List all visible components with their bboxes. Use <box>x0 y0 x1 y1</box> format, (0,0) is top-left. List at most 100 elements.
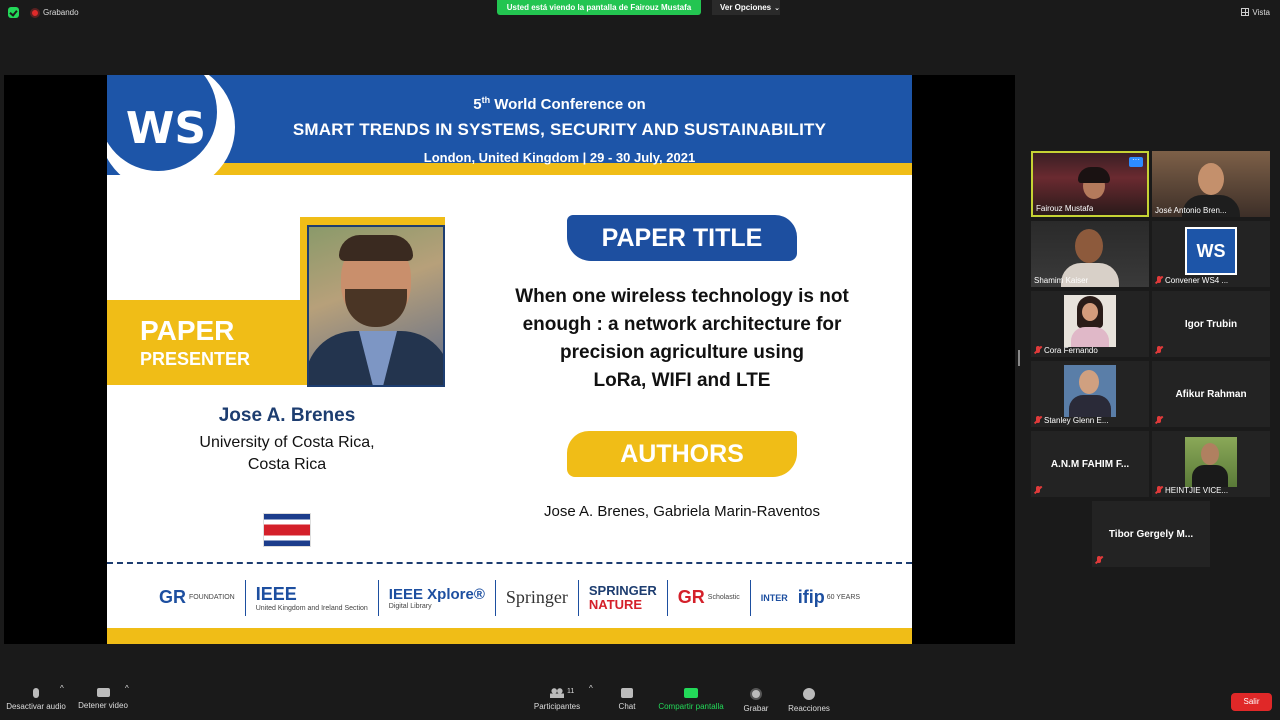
participant-tile[interactable]: Cora Fernando <box>1031 291 1149 357</box>
springer-text: Springer <box>505 587 568 607</box>
participant-face <box>1201 443 1219 465</box>
costa-rica-flag-icon <box>263 513 311 547</box>
ieee-sub: United Kingdom and Ireland Section <box>255 604 368 612</box>
participant-face-front <box>1082 303 1098 321</box>
sponsor-separator <box>377 579 379 616</box>
ieee-xplore-logo: IEEE Xplore® Digital Library <box>389 586 485 610</box>
participant-tile[interactable]: HEINTJIE VICE... <box>1152 431 1270 497</box>
participant-name: Fairouz Mustafa <box>1036 204 1094 213</box>
participant-name: HEINTJIE VICE... <box>1155 486 1228 495</box>
view-options-button[interactable]: Ver Opciones ⌄ <box>712 0 780 15</box>
muted-mic-icon <box>1155 346 1163 354</box>
video-options-caret[interactable]: ^ <box>125 684 129 693</box>
participant-tile[interactable]: ··· Fairouz Mustafa <box>1031 151 1149 217</box>
participant-name-center: Afikur Rahman <box>1175 388 1247 400</box>
participants-button[interactable]: 11 Participantes <box>530 684 584 711</box>
paper-title-line2: enough : a network architecture for <box>522 314 842 335</box>
participant-name: José Antonio Bren... <box>1155 206 1227 215</box>
muted-mic-icon <box>1095 556 1103 564</box>
paper-label: PAPER <box>140 315 235 346</box>
chat-button[interactable]: Chat <box>612 684 642 711</box>
stop-video-label: Detener video <box>78 701 128 710</box>
slide-bottom-stripe <box>107 628 912 644</box>
mute-audio-button[interactable]: Desactivar audio <box>6 684 66 711</box>
muted-mic-icon <box>1155 276 1163 284</box>
paper-title-line4: LoRa, WIFI and LTE <box>593 370 771 391</box>
muted-mic-icon <box>1034 416 1042 424</box>
sponsor-logos: GR FOUNDATION IEEE United Kingdom and Irel… <box>107 570 912 625</box>
participants-label: Participantes <box>533 702 581 711</box>
ieee-logo: IEEE United Kingdom and Ireland Section <box>256 584 368 612</box>
participant-tile[interactable]: Afikur Rahman <box>1152 361 1270 427</box>
gr-foundation-logo: GR FOUNDATION <box>159 587 235 608</box>
view-options-label: Ver Opciones <box>720 3 772 12</box>
participant-name: Stanley Glenn E... <box>1034 416 1108 425</box>
more-options-button[interactable]: ··· <box>1129 156 1143 167</box>
participant-mute-status <box>1155 346 1165 355</box>
share-screen-button[interactable]: Compartir pantalla <box>654 684 728 711</box>
smiley-icon <box>803 688 815 700</box>
presenter-affiliation: University of Costa Rica, Costa Rica <box>177 432 397 476</box>
participant-tile[interactable]: Shamim Kaiser <box>1031 221 1149 287</box>
participant-name-text: HEINTJIE VICE... <box>1165 486 1229 495</box>
gr-scholastic-text: GR <box>677 587 705 607</box>
photo-hair <box>339 235 413 261</box>
ieee-xplore-text: IEEE Xplore® <box>388 585 485 603</box>
participants-options-caret[interactable]: ^ <box>589 684 593 693</box>
resize-handle[interactable] <box>1018 350 1020 366</box>
muted-mic-icon <box>1155 416 1163 424</box>
record-button[interactable]: Grabar <box>740 684 772 713</box>
muted-mic-icon <box>1155 486 1163 494</box>
participant-mute-status <box>1155 416 1165 425</box>
participant-body <box>1069 395 1111 417</box>
participant-face <box>1079 370 1099 394</box>
gr-foundation-sub: FOUNDATION <box>188 594 235 601</box>
sponsor-separator <box>749 579 751 616</box>
audio-options-caret[interactable]: ^ <box>60 684 64 693</box>
share-screen-icon <box>684 688 698 698</box>
participant-name: Convener WS4 ... <box>1155 276 1228 285</box>
encryption-shield-icon[interactable] <box>8 7 19 18</box>
participant-face <box>1198 163 1224 195</box>
grid-view-icon <box>1241 8 1250 16</box>
reactions-button[interactable]: Reacciones <box>786 684 832 713</box>
chat-bubble-icon <box>621 688 633 698</box>
springer-logo: Springer <box>506 587 568 608</box>
record-label: Grabar <box>743 704 769 713</box>
mute-audio-label: Desactivar audio <box>6 702 66 711</box>
participant-tile[interactable]: Stanley Glenn E... <box>1031 361 1149 427</box>
participant-name-center: A.N.M FAHIM F... <box>1050 458 1130 470</box>
presentation-slide: WS 5th World Conference on SMART TRENDS … <box>107 75 912 644</box>
view-button[interactable]: Vista <box>1241 8 1270 17</box>
participant-name-center: Tibor Gergely M... <box>1108 528 1194 540</box>
top-bar: Grabando Usted está viendo la pantalla d… <box>0 0 1280 26</box>
participant-tile[interactable]: José Antonio Bren... <box>1152 151 1270 217</box>
video-camera-icon <box>96 688 110 697</box>
participant-name: Shamim Kaiser <box>1034 276 1089 285</box>
chat-label: Chat <box>618 702 636 711</box>
participant-tile[interactable]: Tibor Gergely M... <box>1092 501 1210 567</box>
participant-tile[interactable]: A.N.M FAHIM F... <box>1031 431 1149 497</box>
gr-scholastic-sub: Scholastic <box>707 594 740 601</box>
share-screen-label: Compartir pantalla <box>658 702 724 711</box>
recording-icon <box>30 8 40 18</box>
stop-video-button[interactable]: Detener video <box>76 684 130 710</box>
participant-hair <box>1078 167 1110 183</box>
record-icon <box>750 688 762 700</box>
gr-foundation-text: GR <box>158 587 186 607</box>
ifip-logo: ifip 60 YEARS <box>798 587 860 608</box>
participant-tile[interactable]: Igor Trubin <box>1152 291 1270 357</box>
conference-edition-number: 5 <box>473 96 482 113</box>
view-label: Vista <box>1252 8 1270 17</box>
leave-button[interactable]: Salir <box>1231 693 1272 711</box>
ifip-sub: 60 YEARS <box>826 594 861 601</box>
muted-mic-icon <box>1034 346 1042 354</box>
gr-scholastic-logo: GR Scholastic <box>678 587 740 608</box>
screen-share-banner: Usted está viendo la pantalla de Fairouz… <box>497 0 701 15</box>
participants-count: 11 <box>567 688 575 695</box>
springer-nature-line2: NATURE <box>588 596 643 612</box>
shared-screen[interactable]: WS 5th World Conference on SMART TRENDS … <box>4 75 1015 644</box>
presenter-affiliation-line2: Costa Rica <box>247 456 327 473</box>
participant-name-text: Cora Fernando <box>1044 346 1098 355</box>
participant-tile[interactable]: WS Convener WS4 ... <box>1152 221 1270 287</box>
